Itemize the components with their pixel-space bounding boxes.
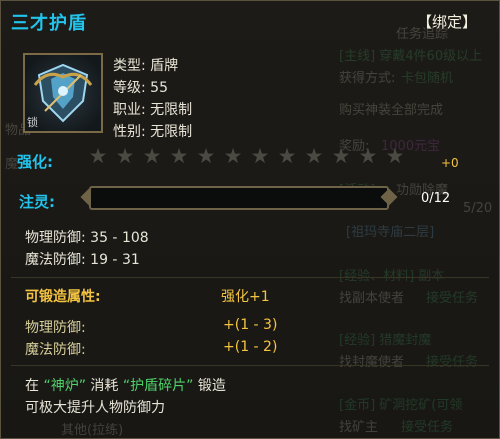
bg-text: 接受任务 (426, 355, 479, 370)
bg-text: 购买神装全部完成 (339, 103, 444, 118)
info-label: 类型: (113, 58, 146, 74)
info-value: 无限制 (150, 124, 193, 140)
bg-text: [祖玛寺庙二层] (346, 225, 435, 240)
bg-text: 5/20 (463, 201, 493, 216)
forge-hint: 在 “神炉” 消耗 “护盾碎片” 锻造 (25, 375, 226, 395)
star-icon: ★ (223, 144, 243, 168)
hint-text: 在 (25, 378, 39, 394)
info-type: 类型: 盾牌 (113, 55, 178, 75)
info-value: 55 (150, 80, 168, 96)
item-tooltip: 任务追踪 [主线] 穿戴4件60级以上 获得方式: 卡包随机 购买神装全部完成 … (0, 0, 500, 439)
info-value: 无限制 (150, 102, 193, 118)
bg-text: 找副本使者 (339, 291, 405, 306)
stat-magic-defense: 魔法防御: 19 - 31 (25, 249, 140, 269)
item-icon-slot: 锁 (23, 53, 103, 133)
info-class: 职业: 无限制 (113, 99, 192, 119)
stat-value: 35 - 108 (90, 230, 149, 246)
bg-text: 卡包随机 (401, 71, 454, 86)
star-icon: ★ (304, 144, 324, 168)
divider (11, 277, 489, 278)
bg-text: 其他(拉练) (61, 423, 124, 438)
forge-value: +(1 - 2) (223, 339, 278, 355)
star-icon: ★ (142, 144, 162, 168)
enhance-stars: ★ ★ ★ ★ ★ ★ ★ ★ ★ ★ ★ ★ (87, 145, 406, 167)
star-icon: ★ (358, 144, 378, 168)
bg-text: [经验、材料] 副本 (339, 269, 445, 284)
info-label: 性别: (113, 124, 146, 140)
star-icon: ★ (331, 144, 351, 168)
bg-text: [金币] 矿洞挖矿(可领 (339, 398, 463, 413)
forge-label: 魔法防御: (25, 342, 86, 358)
bg-text: 获得方式: (339, 71, 396, 86)
star-icon: ★ (196, 144, 216, 168)
item-name: 三才护盾 (11, 13, 87, 34)
hint-text: 锻造 (197, 378, 226, 394)
hint-text: 消耗 (90, 378, 119, 394)
bg-text: [主线] 穿戴4件60级以上 (339, 49, 483, 64)
stat-physical-defense: 物理防御: 35 - 108 (25, 227, 149, 247)
bg-text: 接受任务 (426, 291, 479, 306)
forge-value: +(1 - 3) (223, 317, 278, 333)
forge-enhance: 强化+1 (221, 289, 270, 305)
star-icon: ★ (88, 144, 108, 168)
bg-text: 接受任务 (401, 420, 454, 435)
star-icon: ★ (115, 144, 135, 168)
hint-highlight: “护盾碎片” (122, 378, 194, 394)
enhance-bonus: +0 (441, 156, 459, 170)
enhance-label: 强化: (17, 153, 53, 171)
spirit-label: 注灵: (19, 193, 55, 211)
bg-text: 找矿主 (339, 420, 379, 435)
forge-header: 可锻造属性: (25, 289, 101, 305)
stat-label: 魔法防御: (25, 252, 86, 268)
info-label: 职业: (113, 102, 146, 118)
forge-hint-line2: 可极大提升人物防御力 (25, 400, 165, 416)
bg-text: [经验] 猎魔封魔 (339, 333, 432, 348)
info-gender: 性别: 无限制 (113, 121, 192, 141)
info-label: 等级: (113, 80, 146, 96)
divider (11, 365, 489, 366)
spirit-progress-text: 0/12 (421, 191, 451, 206)
star-icon: ★ (385, 144, 405, 168)
star-icon: ★ (277, 144, 297, 168)
forge-label: 物理防御: (25, 320, 86, 336)
hint-highlight: “神炉” (43, 378, 86, 394)
star-icon: ★ (250, 144, 270, 168)
stat-value: 19 - 31 (90, 252, 140, 268)
info-value: 盾牌 (150, 58, 179, 74)
bind-status: 【绑定】 (416, 13, 477, 31)
stat-label: 物理防御: (25, 230, 86, 246)
info-level: 等级: 55 (113, 77, 168, 97)
star-icon: ★ (169, 144, 189, 168)
lock-badge: 锁 (27, 116, 38, 129)
bg-text: 找封魔使者 (339, 355, 405, 370)
spirit-progress-bar (89, 186, 389, 210)
